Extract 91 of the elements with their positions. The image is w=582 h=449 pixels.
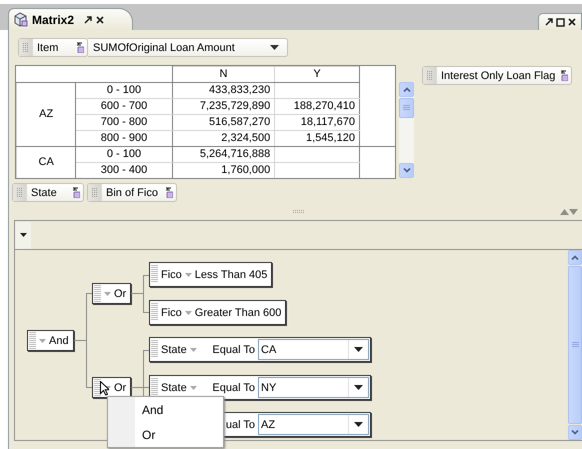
value-combo[interactable]: AZ bbox=[258, 414, 369, 435]
caret-icon bbox=[184, 310, 192, 314]
field-button[interactable]: Bin of Fico bbox=[87, 183, 177, 202]
table-cell: 516,587,270 bbox=[172, 114, 275, 130]
grip-icon bbox=[151, 340, 158, 357]
grip-icon bbox=[13, 184, 27, 201]
caret-icon bbox=[190, 348, 197, 352]
grip-icon bbox=[151, 378, 158, 395]
sort-icon bbox=[72, 187, 80, 198]
field-button[interactable]: Item bbox=[18, 38, 88, 57]
grip-lines-icon bbox=[572, 342, 578, 348]
pointer-icon bbox=[100, 381, 109, 396]
collapse-arrows-icon bbox=[560, 208, 578, 215]
close-icon bbox=[568, 18, 576, 26]
grip-icon bbox=[94, 285, 101, 302]
grip-icon bbox=[29, 332, 36, 349]
chevron-up-icon bbox=[402, 87, 410, 92]
vertical-scrollbar[interactable] bbox=[568, 250, 582, 440]
view-tab[interactable] bbox=[538, 13, 582, 30]
chevron-down-icon bbox=[402, 168, 410, 173]
row-header: 0 - 100 bbox=[76, 146, 172, 162]
dropdown-arrow-icon bbox=[354, 422, 363, 427]
sort-icon bbox=[165, 187, 173, 198]
operator-label[interactable]: ual To bbox=[226, 418, 255, 430]
row-header: AZ bbox=[16, 82, 76, 146]
logic-operator-button[interactable]: And bbox=[27, 330, 74, 351]
table-cell: 188,270,410 bbox=[274, 98, 360, 114]
value-combo[interactable]: CA bbox=[258, 339, 369, 360]
scroll-thumb[interactable] bbox=[399, 98, 414, 118]
detach-icon bbox=[545, 18, 553, 26]
menu-item[interactable]: And bbox=[108, 397, 223, 422]
caret-icon bbox=[190, 386, 197, 390]
caret-icon bbox=[20, 233, 26, 237]
field-name[interactable]: Fico bbox=[161, 268, 182, 280]
scroll-up-button[interactable] bbox=[568, 250, 582, 265]
operator-label[interactable]: Equal To bbox=[212, 382, 255, 394]
table-cell: 1,545,120 bbox=[274, 130, 360, 146]
dropdown-arrow-icon bbox=[354, 347, 363, 352]
sort-icon bbox=[560, 70, 568, 81]
scroll-up-button[interactable] bbox=[399, 82, 414, 97]
scroll-thumb[interactable] bbox=[568, 266, 582, 424]
table-cell: 18,117,670 bbox=[274, 114, 360, 130]
scroll-down-button[interactable] bbox=[399, 163, 414, 178]
table-cell: 2,324,500 bbox=[172, 130, 275, 146]
row-header: 0 - 100 bbox=[76, 82, 172, 98]
value-label: 405 bbox=[248, 268, 268, 280]
row-header: 700 - 800 bbox=[76, 114, 172, 130]
operator-label[interactable]: Equal To bbox=[212, 344, 255, 356]
operator-label[interactable]: Less Than bbox=[194, 268, 246, 280]
caret-icon bbox=[104, 292, 111, 296]
table-cell: 433,833,230 bbox=[172, 82, 275, 98]
row-header: 800 - 900 bbox=[76, 130, 172, 146]
dropdown-button[interactable] bbox=[15, 222, 31, 248]
caret-icon bbox=[39, 338, 46, 342]
grip-icon bbox=[151, 303, 158, 320]
scroll-down-button[interactable] bbox=[568, 425, 582, 440]
editor-tab[interactable]: Matrix2 bbox=[8, 8, 133, 30]
field-name[interactable]: State bbox=[161, 344, 187, 356]
dropdown-arrow-icon bbox=[354, 385, 363, 390]
dropdown-arrow-icon bbox=[270, 45, 279, 50]
grip-lines-icon bbox=[403, 105, 410, 111]
chevron-up-icon bbox=[571, 255, 579, 260]
column-header: N bbox=[172, 66, 275, 82]
close-icon bbox=[96, 16, 104, 24]
tree-connector bbox=[130, 275, 150, 313]
column-header: Y bbox=[274, 66, 360, 82]
operator-label[interactable]: Greater Than bbox=[194, 306, 260, 318]
value-combo[interactable]: NY bbox=[258, 377, 369, 398]
grip-icon bbox=[88, 184, 102, 201]
field-name[interactable]: Fico bbox=[161, 306, 182, 318]
menu-item[interactable]: Or bbox=[108, 422, 223, 447]
field-name[interactable]: State bbox=[161, 382, 187, 394]
row-header: 600 - 700 bbox=[76, 98, 172, 114]
grip-icon bbox=[423, 67, 437, 84]
maximize-icon bbox=[556, 18, 565, 26]
grip-icon bbox=[151, 265, 158, 282]
measure-dropdown[interactable]: SUMOfOriginal Loan Amount bbox=[88, 38, 288, 57]
table-cell: 7,235,729,890 bbox=[172, 98, 275, 114]
caret-icon bbox=[184, 272, 192, 276]
cube-icon bbox=[13, 12, 28, 27]
detach-icon bbox=[84, 16, 92, 24]
vertical-scrollbar[interactable] bbox=[399, 82, 414, 178]
field-button[interactable]: Interest Only Loan Flag bbox=[422, 66, 572, 85]
logic-operator-button[interactable]: Or bbox=[92, 283, 132, 304]
sort-icon bbox=[76, 42, 84, 53]
value-label: 600 bbox=[263, 306, 282, 318]
field-button[interactable]: State bbox=[12, 183, 84, 202]
row-header: CA bbox=[16, 146, 76, 178]
grip-icon bbox=[19, 39, 33, 56]
chevron-down-icon bbox=[571, 430, 579, 435]
table-cell: 5,264,716,888 bbox=[172, 146, 275, 162]
